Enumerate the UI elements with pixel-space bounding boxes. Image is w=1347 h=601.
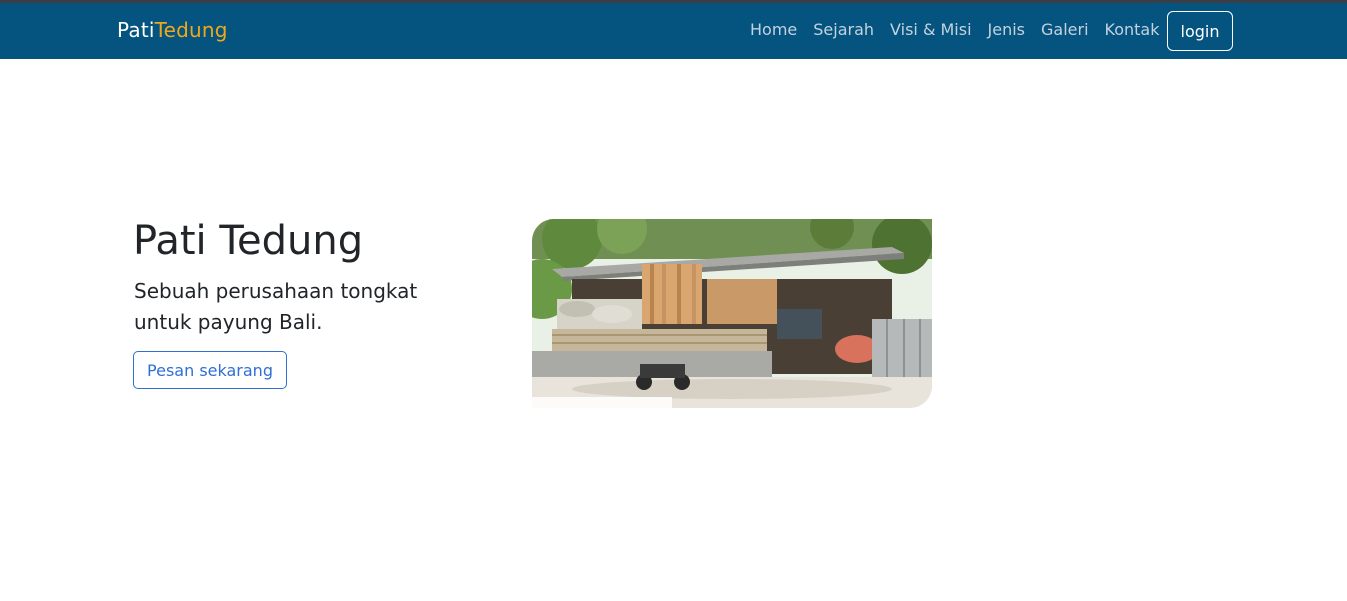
nav-link-kontak[interactable]: Kontak <box>1105 20 1160 39</box>
nav-link-galeri[interactable]: Galeri <box>1041 20 1089 39</box>
brand-name-part2: Tedung <box>154 18 228 42</box>
nav-link-home[interactable]: Home <box>750 20 797 39</box>
nav-link-visi-misi[interactable]: Visi & Misi <box>890 20 972 39</box>
hero-title: Pati Tedung <box>133 218 364 264</box>
nav-links: Home Sejarah Visi & Misi Jenis Galeri Ko… <box>750 20 1176 39</box>
brand-name-part1: Pati <box>117 18 155 42</box>
brand-logo[interactable]: PatiTedung <box>117 18 228 42</box>
login-button[interactable]: login <box>1167 11 1233 51</box>
hero-subtitle: Sebuah perusahaan tongkat untuk payung B… <box>134 279 418 334</box>
order-now-button[interactable]: Pesan sekarang <box>133 351 287 389</box>
workshop-illustration <box>532 219 932 408</box>
workshop-photo-icon <box>532 219 932 408</box>
nav-link-sejarah[interactable]: Sejarah <box>813 20 874 39</box>
navbar: PatiTedung Home Sejarah Visi & Misi Jeni… <box>0 3 1347 59</box>
nav-link-jenis[interactable]: Jenis <box>988 20 1025 39</box>
